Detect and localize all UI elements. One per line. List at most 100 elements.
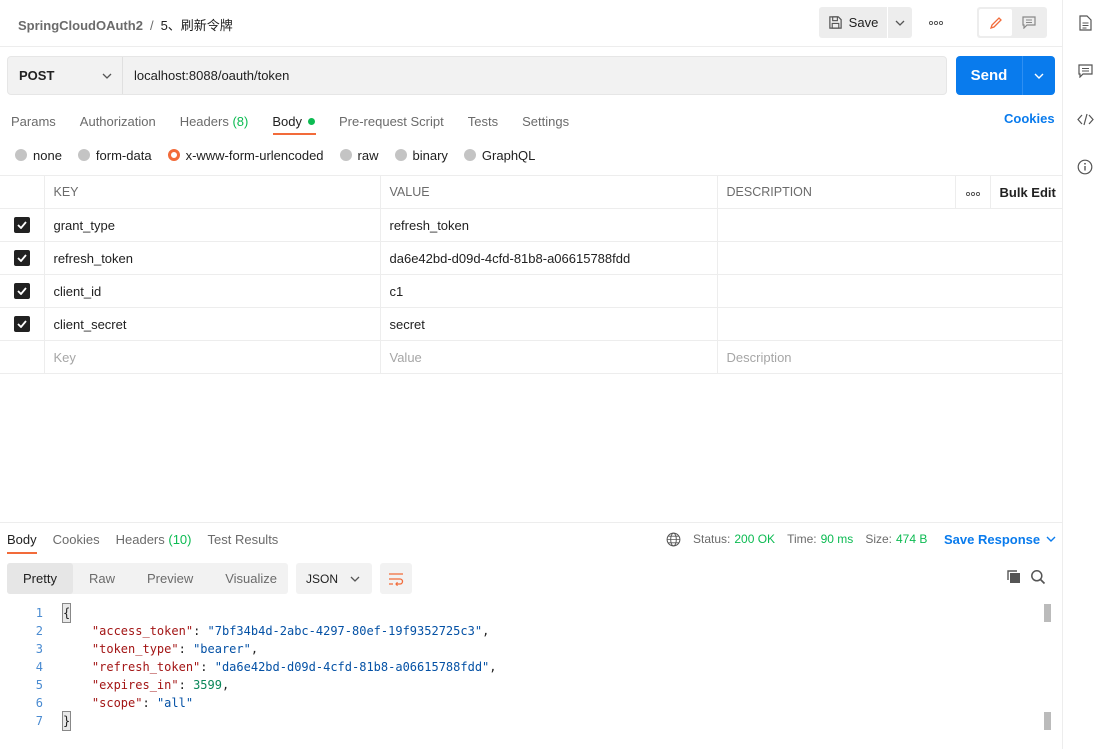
chevron-down-icon [895, 20, 905, 26]
view-tab-pretty[interactable]: Pretty [7, 563, 73, 594]
tab-pre-request-script[interactable]: Pre-request Script [339, 111, 444, 131]
radio-button[interactable] [339, 149, 352, 161]
breadcrumb-request[interactable]: 5、刷新令牌 [161, 18, 233, 33]
radio-button-checked[interactable] [167, 149, 180, 161]
comment-mode-button[interactable] [1012, 9, 1045, 36]
send-button[interactable]: Send [956, 56, 1022, 95]
save-options-button[interactable] [888, 7, 912, 38]
json-punctuation: , [250, 642, 259, 656]
radio-form-data[interactable]: form-data [77, 148, 152, 163]
response-tab-body[interactable]: Body [7, 531, 37, 547]
row-checkbox[interactable] [13, 316, 30, 333]
response-tab-test-results[interactable]: Test Results [208, 531, 279, 547]
response-view-tabs: Pretty Raw Preview Visualize [7, 563, 288, 594]
radio-button[interactable] [77, 149, 90, 161]
param-value[interactable]: refresh_token [380, 208, 718, 242]
info-icon [1077, 159, 1093, 175]
globe-icon[interactable] [666, 532, 681, 547]
tab-settings[interactable]: Settings [522, 111, 569, 131]
new-description-input[interactable]: Description [717, 340, 1062, 374]
bulk-edit-button[interactable]: Bulk Edit [990, 175, 1062, 209]
param-key[interactable]: refresh_token [44, 241, 381, 275]
radio-raw[interactable]: raw [339, 148, 379, 163]
method-select[interactable]: POST [8, 57, 123, 94]
documentation-button[interactable] [1076, 14, 1094, 32]
save-response-button[interactable]: Save Response [944, 531, 1056, 547]
search-icon[interactable] [1030, 569, 1048, 587]
edit-mode-button[interactable] [979, 9, 1012, 36]
radio-button[interactable] [463, 149, 476, 161]
param-description[interactable] [717, 274, 1062, 308]
time-value[interactable]: 90 ms [821, 532, 854, 546]
format-select[interactable]: JSON [296, 563, 372, 594]
url-input[interactable] [123, 57, 946, 94]
param-key[interactable]: grant_type [44, 208, 381, 242]
table-options-button[interactable] [955, 175, 991, 209]
comments-button[interactable] [1076, 62, 1094, 80]
save-button[interactable]: Save [819, 7, 887, 38]
cookies-link[interactable]: Cookies [1004, 111, 1055, 126]
view-tab-visualize[interactable]: Visualize [209, 563, 293, 594]
info-button[interactable] [1076, 158, 1094, 176]
radio-none[interactable]: none [15, 148, 62, 163]
radio-button[interactable] [394, 149, 407, 161]
tab-body[interactable]: Body [272, 111, 315, 131]
tab-label: Tests [467, 113, 499, 129]
pane-divider[interactable] [0, 522, 1062, 523]
size-value[interactable]: 474 B [896, 532, 927, 546]
new-value-input[interactable]: Value [380, 340, 718, 374]
table-row: grant_type refresh_token [0, 208, 1062, 242]
row-checkbox-cell [0, 307, 45, 341]
json-punctuation [63, 660, 92, 674]
response-tab-cookies[interactable]: Cookies [53, 531, 100, 547]
param-key[interactable]: client_id [44, 274, 381, 308]
param-value[interactable]: c1 [380, 274, 718, 308]
new-key-input[interactable]: Key [44, 340, 381, 374]
radio-button[interactable] [15, 149, 27, 161]
json-str: "da6e42bd-d09d-4cfd-81b8-a06615788fdd" [214, 660, 490, 674]
more-actions-button[interactable] [925, 15, 947, 31]
status-value[interactable]: 200 OK [734, 532, 775, 546]
row-checkbox[interactable] [13, 283, 30, 300]
view-tab-preview[interactable]: Preview [131, 563, 209, 594]
view-tab-raw[interactable]: Raw [73, 563, 131, 594]
code-line: 1{ [0, 603, 1050, 623]
send-options-button[interactable] [1022, 56, 1055, 95]
line-number: 1 [35, 606, 43, 620]
wrap-lines-button[interactable] [380, 563, 412, 594]
tab-headers[interactable]: Headers (8) [180, 111, 249, 131]
body-indicator-dot [307, 117, 315, 125]
param-value[interactable]: da6e42bd-d09d-4cfd-81b8-a06615788fdd [380, 241, 718, 275]
code-line: 7} [0, 711, 1050, 731]
tab-authorization[interactable]: Authorization [80, 111, 156, 131]
format-label: JSON [306, 571, 339, 586]
table-row: client_secret secret [0, 307, 1062, 341]
tab-params[interactable]: Params [11, 111, 56, 131]
param-description[interactable] [717, 241, 1062, 275]
radio-binary[interactable]: binary [394, 148, 448, 163]
json-punctuation: : [193, 624, 208, 638]
save-icon [828, 16, 842, 29]
param-description[interactable] [717, 307, 1062, 341]
param-key[interactable]: client_secret [44, 307, 381, 341]
json-key: "token_type" [91, 642, 179, 656]
code-snippet-button[interactable] [1076, 110, 1094, 128]
json-punctuation: , [489, 660, 497, 674]
line-number: 4 [35, 660, 43, 674]
breadcrumb-collection[interactable]: SpringCloudOAuth2 [18, 18, 143, 33]
response-tab-headers[interactable]: Headers (10) [116, 531, 192, 547]
param-value[interactable]: secret [380, 307, 718, 341]
edit-icon [989, 16, 1002, 29]
json-punctuation [63, 696, 92, 710]
radio-graphql[interactable]: GraphQL [463, 148, 535, 163]
send-group: Send [956, 56, 1055, 95]
tab-tests[interactable]: Tests [468, 111, 498, 131]
response-body-code[interactable]: 1{2 "access_token": "7bf34b4d-2abc-4297-… [0, 603, 1050, 731]
code-line: 5 "expires_in": 3599, [0, 676, 1050, 694]
copy-icon[interactable] [1006, 569, 1024, 587]
tab-label: Headers [179, 113, 229, 129]
radio-x-www-form-urlencoded[interactable]: x-www-form-urlencoded [167, 148, 324, 163]
param-description[interactable] [717, 208, 1062, 242]
row-checkbox[interactable] [13, 250, 30, 267]
row-checkbox[interactable] [13, 217, 30, 234]
